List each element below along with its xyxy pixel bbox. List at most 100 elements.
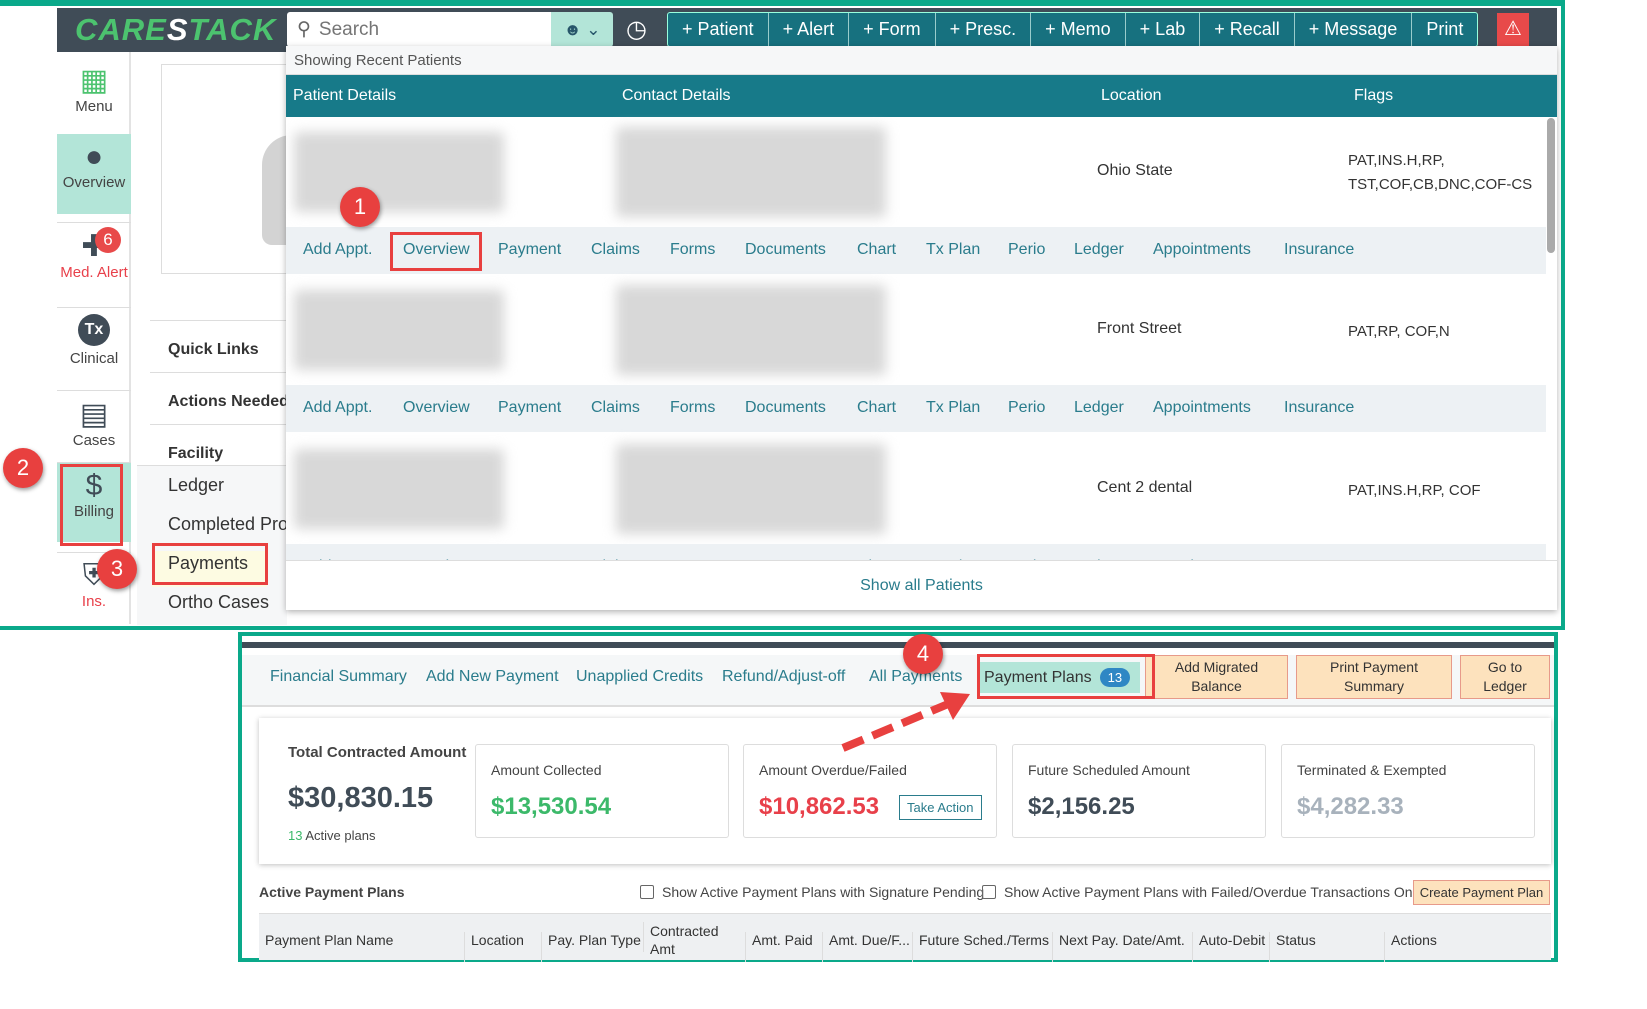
card-label: Amount Collected [491,762,602,778]
toolbar-button-presc[interactable]: + Presc. [936,13,1032,46]
contact-details-blurred [616,444,886,534]
tab-refundadjustoff[interactable]: Refund/Adjust-off [722,668,845,686]
action-ledger[interactable]: Ledger [1074,399,1124,417]
action-addappt[interactable]: Add Appt. [303,241,372,259]
toolbar-button-patient[interactable]: + Patient [668,13,769,46]
col-autodebit[interactable]: Auto-Debit [1192,932,1265,962]
button-print-payment-summary[interactable]: Print Payment Summary [1296,655,1452,699]
tab-financialsummary[interactable]: Financial Summary [270,668,407,686]
toolbar-button-alert[interactable]: + Alert [769,13,850,46]
create-payment-plan-button[interactable]: Create Payment Plan [1413,880,1550,905]
toolbar-button-lab[interactable]: + Lab [1126,13,1201,46]
sidebar-item-label: Cases [72,432,116,449]
history-icon[interactable]: ◷ [626,15,647,44]
action-payment[interactable]: Payment [498,241,561,259]
search-box[interactable]: ⚲ [287,12,551,47]
sidebar-item-label: Ins. [81,593,107,610]
scrollbar[interactable] [1547,118,1555,253]
failed-overdue-checkbox[interactable]: Show Active Payment Plans with Failed/Ov… [982,884,1423,900]
col-futureschedterms[interactable]: Future Sched./Terms [912,932,1049,962]
toolbar-button-message[interactable]: + Message [1295,13,1413,46]
col-actions[interactable]: Actions [1384,932,1437,962]
action-payment[interactable]: Payment [498,399,561,417]
sidebar-item-label: Menu [75,98,113,115]
show-all-patients-link[interactable]: Show all Patients [286,560,1557,610]
button-add-migrated-balance[interactable]: Add Migrated Balance [1145,655,1288,699]
tab-label: Add New Payment [426,668,559,685]
col-amtpaid[interactable]: Amt. Paid [745,932,813,962]
button-go-to-ledger[interactable]: Go to Ledger [1460,655,1550,699]
action-overview[interactable]: Overview [403,399,470,417]
sidebar-item-cases[interactable]: ▤ Cases [57,390,131,470]
card-value: $2,156.25 [1028,793,1135,820]
col-status[interactable]: Status [1269,932,1316,962]
billing-menu-completedpro[interactable]: Completed Pro [137,512,287,535]
action-insurance[interactable]: Insurance [1284,241,1354,259]
patient-row[interactable]: Front Street PAT,RP, COF,N Add Appt. Overvi… [286,275,1546,432]
action-perio[interactable]: Perio [1008,241,1045,259]
search-input[interactable] [318,18,539,41]
col-contractedamt[interactable]: Contracted Amt [643,922,738,957]
card-label: Amount Overdue/Failed [759,762,907,778]
action-documents[interactable]: Documents [745,399,826,417]
section-actionsneeded[interactable]: Actions Needed [150,372,286,424]
sidebar-item-medalert[interactable]: ✚ Med. Alert 6 [57,222,131,302]
action-txplan[interactable]: Tx Plan [926,241,980,259]
action-claims[interactable]: Claims [591,399,640,417]
user-icon: ☻ [563,19,582,39]
sidebar-item-overview[interactable]: ● Overview [57,134,131,214]
action-chart[interactable]: Chart [857,399,896,417]
col-payplantype[interactable]: Pay. Plan Type [541,932,641,962]
warning-icon[interactable]: ⚠ [1497,13,1529,46]
billing-menu-ledger[interactable]: Ledger [137,473,287,496]
toolbar: + Patient + Alert + Form + Presc. + Memo + La… [667,12,1479,47]
toolbar-button-print[interactable]: Print [1412,13,1477,46]
toolbar-button-form[interactable]: + Form [849,13,936,46]
checkbox-label: Show Active Payment Plans with Failed/Ov… [1004,884,1423,900]
highlight-box-4 [977,654,1155,699]
action-addappt[interactable]: Add Appt. [303,399,372,417]
action-forms[interactable]: Forms [670,399,715,417]
checkbox-icon[interactable] [640,885,654,899]
action-perio[interactable]: Perio [1008,399,1045,417]
carestack-logo[interactable]: CARESTACK [75,12,276,48]
action-appointments[interactable]: Appointments [1153,399,1251,417]
sidebar-item-clinical[interactable]: Tx Clinical [57,307,131,387]
tab-unappliedcredits[interactable]: Unapplied Credits [576,668,703,686]
action-documents[interactable]: Documents [745,241,826,259]
search-type-dropdown[interactable]: ☻ ⌄ [551,12,613,47]
recent-patients-dropdown: Showing Recent Patients Patient Details … [286,46,1557,610]
col-location[interactable]: Location [464,932,524,962]
patient-row[interactable]: Cent 2 dental PAT,INS.H,RP, COF Add Appt.O… [286,434,1546,560]
patient-location: Cent 2 dental [1097,479,1193,496]
highlight-box-1 [390,232,482,271]
action-ledger[interactable]: Ledger [1074,241,1124,259]
sidebar-item-label: Overview [62,174,126,191]
sidebar-item-label: Med. Alert [60,264,128,281]
action-txplan[interactable]: Tx Plan [926,399,980,417]
active-plans-number: 13 [288,828,303,843]
patient-name-blurred [294,290,504,370]
tab-addnewpayment[interactable]: Add New Payment [426,668,559,686]
action-forms[interactable]: Forms [670,241,715,259]
action-appointments[interactable]: Appointments [1153,241,1251,259]
action-chart[interactable]: Chart [857,241,896,259]
col-nextpaydateamt[interactable]: Next Pay. Date/Amt. [1052,932,1185,962]
action-claims[interactable]: Claims [591,241,640,259]
patient-flags: PAT,RP, COF,N [1348,323,1450,340]
checkbox-icon[interactable] [982,885,996,899]
action-insurance[interactable]: Insurance [1284,399,1354,417]
signature-pending-checkbox[interactable]: Show Active Payment Plans with Signature… [640,884,984,900]
toolbar-button-memo[interactable]: + Memo [1031,13,1126,46]
billing-menu-orthocases[interactable]: Ortho Cases [137,590,287,613]
toolbar-button-recall[interactable]: + Recall [1200,13,1295,46]
section-quicklinks[interactable]: Quick Links [150,320,286,372]
take-action-button[interactable]: Take Action [899,795,982,820]
col-amtduef[interactable]: Amt. Due/F... [822,932,910,962]
patient-location: Front Street [1097,320,1182,337]
sidebar-item-menu[interactable]: ▦ Menu [57,57,131,137]
summary-card-amountoverduefailed: Amount Overdue/Failed $10,862.53 Take Acti… [743,744,997,838]
patient-row[interactable]: Ohio State PAT,INS.H,RP, TST,COF,CB,DNC,C… [286,117,1546,274]
highlight-box-2 [60,464,123,546]
col-paymentplanname[interactable]: Payment Plan Name [259,932,393,962]
